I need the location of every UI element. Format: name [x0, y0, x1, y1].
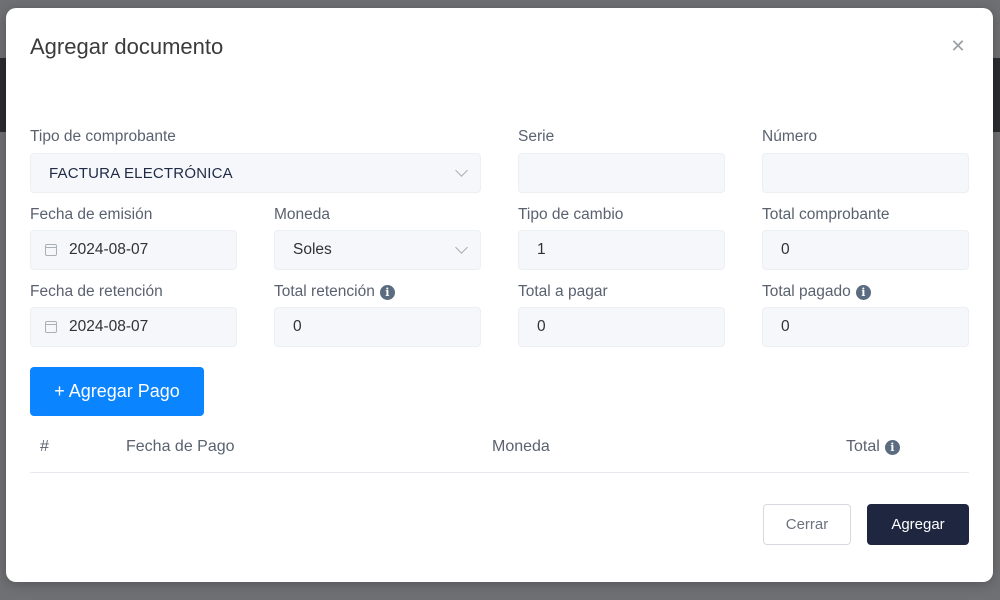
total-comprobante-label: Total comprobante [762, 206, 890, 223]
cancel-button[interactable]: Cerrar [763, 504, 851, 545]
add-document-modal: Agregar documento ✕ Tipo de comprobante … [6, 8, 993, 582]
table-divider [30, 472, 969, 473]
submit-button[interactable]: Agregar [867, 504, 969, 545]
numero-input[interactable] [762, 153, 969, 193]
info-icon[interactable]: i [855, 284, 871, 300]
moneda-select[interactable]: Soles [274, 230, 481, 270]
info-icon[interactable]: i [379, 284, 395, 300]
add-payment-button[interactable]: + Agregar Pago [30, 367, 204, 416]
total-pagado-label: Total pagado i [762, 283, 871, 301]
chevron-down-icon [455, 241, 468, 254]
tipo-comprobante-value: FACTURA ELECTRÓNICA [49, 164, 233, 182]
moneda-label: Moneda [274, 206, 331, 223]
total-retencion-input[interactable]: 0 [274, 307, 481, 347]
tipo-cambio-label: Tipo de cambio [518, 206, 624, 223]
tipo-comprobante-select[interactable]: FACTURA ELECTRÓNICA [30, 153, 481, 193]
moneda-value: Soles [293, 241, 332, 258]
modal-title: Agregar documento [30, 34, 224, 59]
column-header-fecha-pago: Fecha de Pago [126, 438, 235, 455]
column-header-number: # [40, 438, 49, 455]
total-a-pagar-label: Total a pagar [518, 283, 608, 300]
serie-input[interactable] [518, 153, 725, 193]
total-retencion-label: Total retención i [274, 283, 395, 301]
calendar-icon [45, 321, 57, 333]
numero-label: Número [762, 128, 818, 145]
column-header-total: Total i [846, 438, 900, 456]
tipo-comprobante-label: Tipo de comprobante [30, 128, 176, 145]
fecha-retencion-label: Fecha de retención [30, 283, 163, 300]
close-icon[interactable]: ✕ [946, 34, 970, 58]
column-header-moneda: Moneda [492, 438, 550, 455]
total-a-pagar-input[interactable]: 0 [518, 307, 725, 347]
serie-label: Serie [518, 128, 555, 145]
total-pagado-input[interactable]: 0 [762, 307, 969, 347]
chevron-down-icon [455, 164, 468, 177]
fecha-emision-label: Fecha de emisión [30, 206, 153, 223]
fecha-emision-input[interactable]: 2024-08-07 [30, 230, 237, 270]
total-comprobante-input[interactable]: 0 [762, 230, 969, 270]
fecha-retencion-input[interactable]: 2024-08-07 [30, 307, 237, 347]
info-icon[interactable]: i [884, 439, 900, 455]
calendar-icon [45, 244, 57, 256]
tipo-cambio-input[interactable]: 1 [518, 230, 725, 270]
